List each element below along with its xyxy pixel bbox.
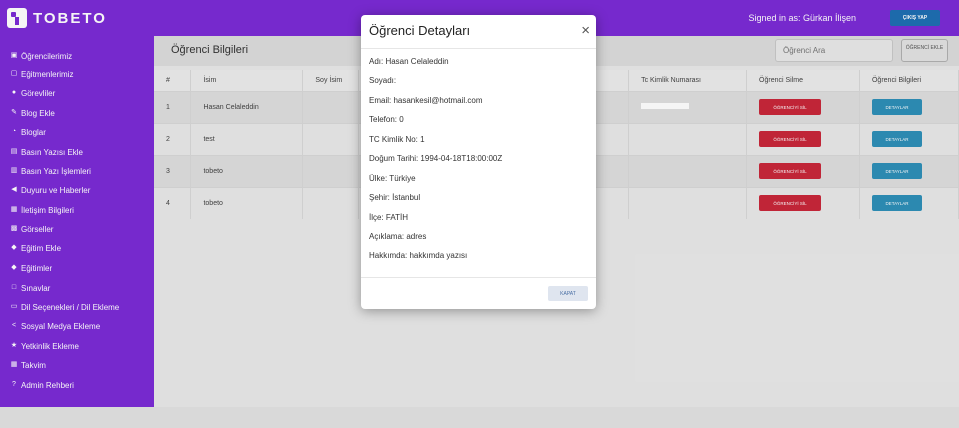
field-email: Email: hasankesil@hotmail.com	[369, 96, 483, 105]
field-tc-text: TC Kimlik No: 1	[369, 135, 425, 144]
modal-footer: KAPAT	[361, 277, 596, 309]
field-name: Adı: Hasan Celaleddin	[369, 57, 449, 66]
field-tc: TC Kimlik No: 1	[369, 135, 475, 144]
field-city: Şehir: İstanbul	[369, 193, 421, 202]
field-phone: Telefon: 0	[369, 115, 462, 124]
field-surname: Soyadı:	[369, 76, 397, 85]
field-about: Hakkımda: hakkımda yazısı	[369, 251, 468, 260]
field-description: Açıklama: adres	[369, 232, 427, 241]
field-birthdate: Doğum Tarihi: 1994-04-18T18:00:00Z	[369, 154, 503, 163]
close-button[interactable]: KAPAT	[548, 286, 588, 301]
modal-header: Öğrenci Detayları ×	[361, 15, 596, 49]
student-details-modal: Öğrenci Detayları × Adı: Hasan Celaleddi…	[361, 15, 596, 309]
field-country: Ülke: Türkiye	[369, 174, 416, 183]
redacted-tc	[424, 136, 475, 144]
field-district: İlçe: FATİH	[369, 213, 408, 222]
close-icon[interactable]: ×	[581, 23, 590, 38]
redacted-phone	[403, 116, 462, 124]
field-phone-text: Telefon: 0	[369, 115, 404, 124]
modal-title: Öğrenci Detayları	[369, 23, 471, 38]
